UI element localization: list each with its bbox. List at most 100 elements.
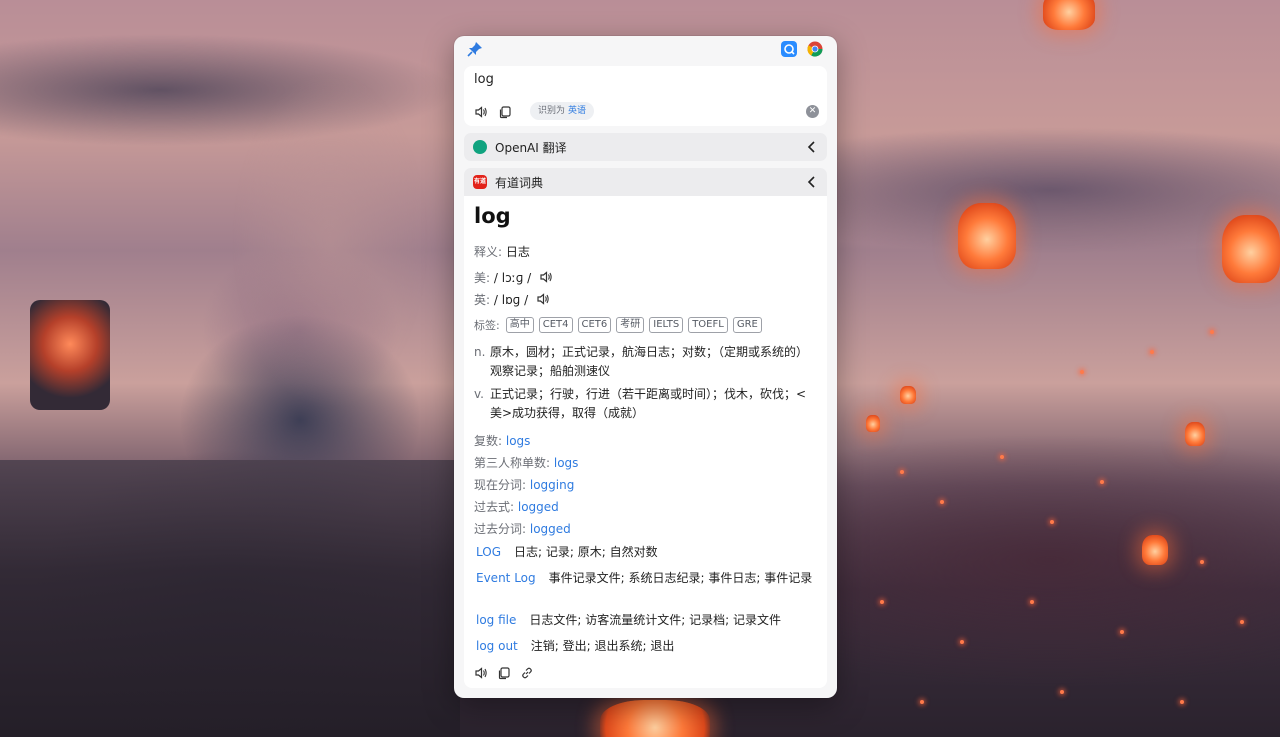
headword: log bbox=[474, 204, 511, 228]
copy-icon[interactable] bbox=[498, 105, 512, 119]
part-of-speech: v. bbox=[474, 387, 484, 401]
form-label: 过去式: bbox=[474, 500, 515, 514]
tag: CET4 bbox=[538, 317, 573, 333]
service-youdao-name: 有道词典 bbox=[495, 176, 544, 190]
chrome-app-icon[interactable] bbox=[807, 41, 823, 57]
speaker-icon[interactable] bbox=[474, 105, 488, 119]
translator-window: log 识别为 英语 ✕ OpenAI 翻译 有道 有道词典 log 释义: 日志 bbox=[454, 36, 837, 698]
wallpaper-light bbox=[1030, 600, 1034, 604]
service-openai-header[interactable]: OpenAI 翻译 bbox=[464, 133, 827, 161]
title-bar bbox=[454, 36, 837, 62]
wallpaper-railing bbox=[0, 460, 460, 737]
service-openai-name: OpenAI 翻译 bbox=[495, 141, 567, 155]
wallpaper-lantern bbox=[600, 700, 710, 737]
phonetic-uk-label: 英: bbox=[474, 293, 491, 307]
part-of-speech: n. bbox=[474, 345, 486, 359]
phrase-link[interactable]: LOG bbox=[476, 543, 501, 562]
phonetic-us-label: 美: bbox=[474, 271, 491, 285]
phonetic-uk-row: 英: / lɒɡ / bbox=[474, 291, 550, 308]
wallpaper-light bbox=[900, 470, 904, 474]
meaning-row: 释义: 日志 bbox=[474, 243, 530, 260]
speaker-icon[interactable] bbox=[474, 666, 488, 680]
meaning-label: 释义: bbox=[474, 245, 503, 259]
phrase-meaning: 事件记录文件; 系统日志纪录; 事件日志; 事件记录 bbox=[548, 571, 813, 585]
query-input[interactable]: log bbox=[474, 72, 494, 87]
phrase-item: LOG 日志; 记录; 原木; 自然对数 bbox=[476, 543, 816, 562]
speaker-icon[interactable] bbox=[539, 270, 553, 284]
link-icon[interactable] bbox=[520, 666, 534, 680]
definition-noun: n. 原木，圆材；正式记录，航海日志；对数；（定期或系统的）观察记录；船舶测速仪 bbox=[474, 343, 814, 381]
form-link[interactable]: logging bbox=[530, 478, 574, 492]
chevron-left-icon[interactable] bbox=[807, 141, 817, 153]
wallpaper-light bbox=[1150, 350, 1154, 354]
form-past-participle: 过去分词: logged bbox=[474, 520, 571, 537]
wallpaper-light bbox=[1240, 620, 1244, 624]
detected-language-badge[interactable]: 识别为 英语 bbox=[530, 102, 595, 120]
tag: TOEFL bbox=[688, 317, 728, 333]
speaker-icon[interactable] bbox=[536, 292, 550, 306]
tag: CET6 bbox=[577, 317, 612, 333]
phonetic-us-row: 美: / lɔːɡ / bbox=[474, 269, 553, 286]
youdao-result-panel: log 释义: 日志 美: / lɔːɡ / 英: / lɒɡ / 标签: 高中… bbox=[464, 196, 827, 688]
phrase-meaning: 日志文件; 访客流量统计文件; 记录档; 记录文件 bbox=[529, 613, 781, 627]
exam-tags: 标签: 高中 CET4 CET6 考研 IELTS TOEFL GRE bbox=[474, 317, 767, 333]
tag: 考研 bbox=[616, 317, 645, 333]
wallpaper-lantern bbox=[900, 386, 916, 404]
wallpaper-light bbox=[940, 500, 944, 504]
wallpaper-lamp bbox=[30, 300, 110, 410]
wallpaper-light bbox=[1100, 480, 1104, 484]
phrase-link[interactable]: log out bbox=[476, 637, 518, 656]
eudic-app-icon[interactable] bbox=[781, 41, 797, 57]
definition-verb: v. 正式记录；行驶，行进（若干距离或时间）；伐木，砍伐；<美>成功获得，取得（… bbox=[474, 385, 814, 423]
form-past-tense: 过去式: logged bbox=[474, 498, 559, 515]
phrase-item: log file 日志文件; 访客流量统计文件; 记录档; 记录文件 bbox=[476, 611, 816, 630]
chevron-left-icon[interactable] bbox=[807, 176, 817, 188]
wallpaper-lantern bbox=[866, 415, 880, 432]
openai-icon bbox=[473, 140, 487, 154]
youdao-icon: 有道 bbox=[473, 175, 487, 189]
wallpaper-light bbox=[880, 600, 884, 604]
detected-prefix: 识别为 bbox=[538, 106, 566, 116]
form-link[interactable]: logs bbox=[506, 434, 531, 448]
wallpaper-light bbox=[1180, 700, 1184, 704]
form-link[interactable]: logs bbox=[554, 456, 579, 470]
phrase-link[interactable]: Event Log bbox=[476, 569, 536, 588]
meaning-value: 日志 bbox=[505, 245, 530, 259]
phrase-meaning: 注销; 登出; 退出系统; 退出 bbox=[530, 639, 675, 653]
wallpaper-lantern bbox=[1222, 215, 1280, 283]
wallpaper-lantern bbox=[958, 203, 1016, 269]
wallpaper-figure bbox=[120, 40, 450, 560]
copy-icon[interactable] bbox=[497, 666, 511, 680]
definition-text: 正式记录；行驶，行进（若干距离或时间）；伐木，砍伐；<美>成功获得，取得（成就） bbox=[490, 387, 807, 420]
wallpaper-light bbox=[1120, 630, 1124, 634]
clear-input-button[interactable]: ✕ bbox=[806, 105, 819, 118]
detected-language: 英语 bbox=[568, 106, 587, 116]
service-youdao-header[interactable]: 有道 有道词典 bbox=[464, 168, 827, 196]
wallpaper-light bbox=[1200, 560, 1204, 564]
form-link[interactable]: logged bbox=[518, 500, 559, 514]
phonetic-uk-value: / lɒɡ / bbox=[493, 293, 529, 307]
form-link[interactable]: logged bbox=[530, 522, 571, 536]
phonetic-us-value: / lɔːɡ / bbox=[493, 271, 532, 285]
tag: IELTS bbox=[649, 317, 684, 333]
wallpaper-light bbox=[1060, 690, 1064, 694]
form-label: 复数: bbox=[474, 434, 503, 448]
tag: GRE bbox=[732, 317, 762, 333]
form-present-participle: 现在分词: logging bbox=[474, 476, 574, 493]
phrase-link[interactable]: log file bbox=[476, 611, 516, 630]
form-plural: 复数: logs bbox=[474, 432, 530, 449]
wallpaper-lantern bbox=[1185, 422, 1205, 446]
tags-label: 标签: bbox=[474, 319, 500, 332]
wallpaper-lantern bbox=[1043, 0, 1095, 30]
wallpaper-light bbox=[1050, 520, 1054, 524]
pin-icon[interactable] bbox=[467, 41, 483, 57]
form-label: 现在分词: bbox=[474, 478, 527, 492]
wallpaper-light bbox=[1000, 455, 1004, 459]
wallpaper-lantern bbox=[1142, 535, 1168, 565]
phrase-item: Event Log 事件记录文件; 系统日志纪录; 事件日志; 事件记录 bbox=[476, 569, 816, 588]
phrase-item: log out 注销; 登出; 退出系统; 退出 bbox=[476, 637, 816, 656]
definition-text: 原木，圆材；正式记录，航海日志；对数；（定期或系统的）观察记录；船舶测速仪 bbox=[490, 345, 809, 378]
tag: 高中 bbox=[505, 317, 534, 333]
form-label: 过去分词: bbox=[474, 522, 527, 536]
query-input-card[interactable]: log 识别为 英语 ✕ bbox=[464, 66, 827, 126]
